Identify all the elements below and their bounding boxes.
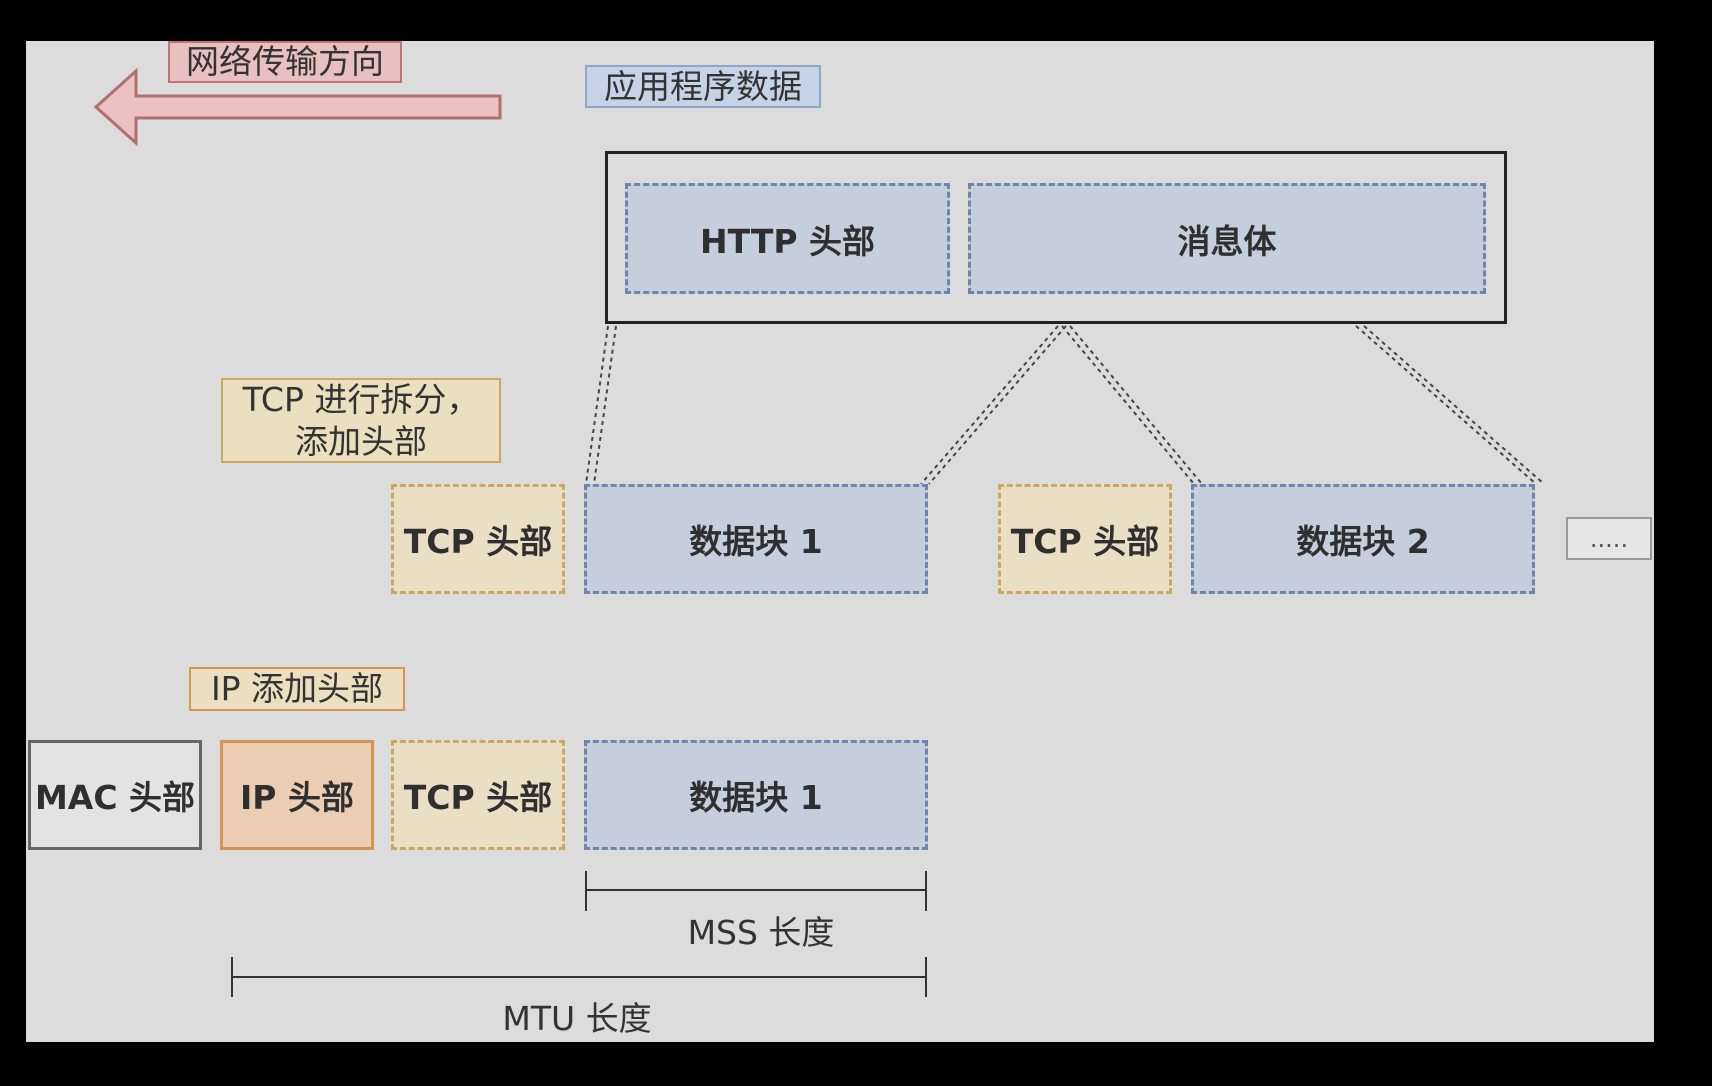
data-block-frame: 数据块 1 xyxy=(584,740,928,850)
data-block-1: 数据块 1 xyxy=(584,484,928,594)
ellipsis-block: ..... xyxy=(1566,517,1652,560)
tcp-header-block-1: TCP 头部 xyxy=(391,484,565,594)
message-body-block: 消息体 xyxy=(968,183,1486,294)
mss-bracket xyxy=(585,871,927,911)
app-data-label: 应用程序数据 xyxy=(585,65,821,108)
mss-label: MSS 长度 xyxy=(687,913,835,953)
http-header-block: HTTP 头部 xyxy=(625,183,950,294)
diagram-canvas: 网络传输方向 应用程序数据 HTTP 头部 消息体 TCP 进行拆分， 添加头部… xyxy=(26,41,1654,1042)
split-lines xyxy=(585,325,1545,485)
tcp-header-block-2: TCP 头部 xyxy=(998,484,1172,594)
ip-header-block: IP 头部 xyxy=(220,740,374,850)
tcp-split-label: TCP 进行拆分， 添加头部 xyxy=(221,378,501,463)
data-block-2: 数据块 2 xyxy=(1191,484,1535,594)
mtu-label: MTU 长度 xyxy=(502,999,652,1039)
tcp-header-block-frame: TCP 头部 xyxy=(391,740,565,850)
mtu-bracket xyxy=(231,957,927,997)
direction-label: 网络传输方向 xyxy=(168,41,402,83)
ip-add-header-label: IP 添加头部 xyxy=(189,667,405,711)
mac-header-block: MAC 头部 xyxy=(28,740,202,850)
